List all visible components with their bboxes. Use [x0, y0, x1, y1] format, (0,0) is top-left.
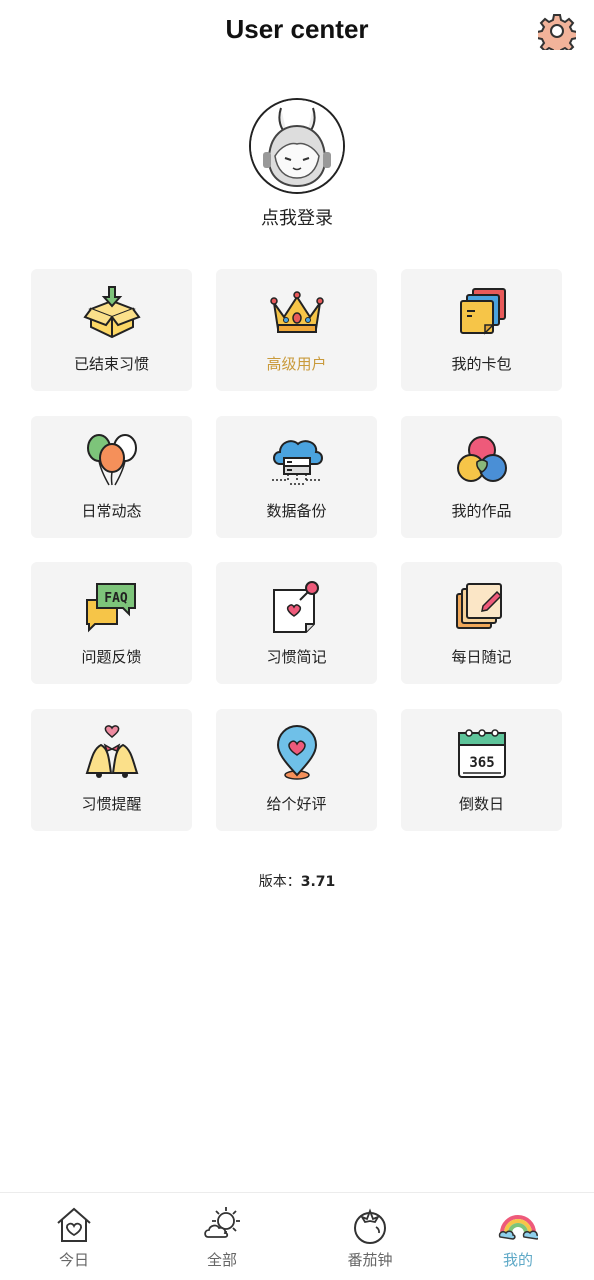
sticky-notes-icon	[453, 578, 511, 636]
tab-mine[interactable]: 我的	[444, 1193, 592, 1280]
menu-item-data-backup[interactable]: 数据备份	[216, 416, 377, 538]
rainbow-icon	[498, 1205, 540, 1245]
bells-icon	[83, 725, 141, 783]
menu-item-rate-us[interactable]: 给个好评	[216, 709, 377, 831]
menu-label: 每日随记	[451, 648, 512, 666]
menu-item-habit-reminder[interactable]: 习惯提醒	[31, 709, 192, 831]
heart-pin-icon	[268, 725, 326, 783]
avatar[interactable]	[249, 98, 345, 194]
page-title: User center	[225, 14, 369, 44]
menu-item-feedback[interactable]: FAQ 问题反馈	[31, 562, 192, 684]
cloud-server-icon	[268, 432, 326, 490]
card-stack-icon	[453, 285, 511, 343]
svg-text:365: 365	[469, 755, 494, 771]
menu-item-countdown[interactable]: 365 倒数日	[401, 709, 562, 831]
gear-icon[interactable]	[536, 12, 578, 56]
home-heart-icon	[54, 1205, 94, 1245]
menu-item-my-cards[interactable]: 我的卡包	[401, 269, 562, 391]
menu-item-daily-notes[interactable]: 每日随记	[401, 562, 562, 684]
sun-cloud-icon	[202, 1205, 242, 1245]
menu-label: 日常动态	[81, 502, 142, 520]
color-circles-icon	[453, 432, 511, 490]
menu-item-habit-notes[interactable]: 习惯简记	[216, 562, 377, 684]
menu-item-daily-updates[interactable]: 日常动态	[31, 416, 192, 538]
crown-icon	[268, 285, 326, 343]
tab-label: 我的	[502, 1251, 533, 1269]
menu-label: 习惯提醒	[81, 795, 142, 813]
tomato-icon	[350, 1205, 390, 1245]
tab-all[interactable]: 全部	[148, 1193, 296, 1280]
menu-label: 我的卡包	[451, 355, 512, 373]
menu-label: 我的作品	[451, 502, 512, 520]
calendar-365-icon: 365	[453, 725, 511, 783]
version-label: 版本：	[258, 874, 301, 890]
svg-text:FAQ: FAQ	[104, 591, 128, 606]
menu-item-my-works[interactable]: 我的作品	[401, 416, 562, 538]
pinned-note-icon	[268, 578, 326, 636]
balloons-icon	[83, 432, 141, 490]
faq-bubble-icon: FAQ	[83, 578, 141, 636]
tab-pomodoro[interactable]: 番茄钟	[296, 1193, 444, 1280]
tab-label: 全部	[206, 1251, 237, 1269]
tab-today[interactable]: 今日	[0, 1193, 148, 1280]
menu-label: 数据备份	[266, 502, 327, 520]
menu-item-ended-habits[interactable]: 已结束习惯	[31, 269, 192, 391]
box-download-icon	[82, 285, 141, 343]
menu-label: 已结束习惯	[73, 355, 149, 373]
tab-label: 今日	[58, 1251, 89, 1269]
menu-label: 习惯简记	[266, 648, 327, 666]
tab-label: 番茄钟	[347, 1251, 393, 1269]
version-info: 版本：3.71	[0, 871, 594, 891]
menu-item-premium-user[interactable]: 高级用户	[216, 269, 377, 391]
login-link[interactable]: 点我登录	[0, 204, 594, 230]
menu-label: 问题反馈	[81, 648, 142, 666]
header: User center	[0, 0, 594, 64]
version-value: 3.71	[300, 874, 336, 890]
menu-label: 倒数日	[458, 795, 504, 813]
menu-label: 给个好评	[266, 795, 327, 813]
bottom-tab-bar: 今日 全部 番茄钟 我的	[0, 1192, 594, 1280]
menu-label: 高级用户	[266, 355, 327, 373]
